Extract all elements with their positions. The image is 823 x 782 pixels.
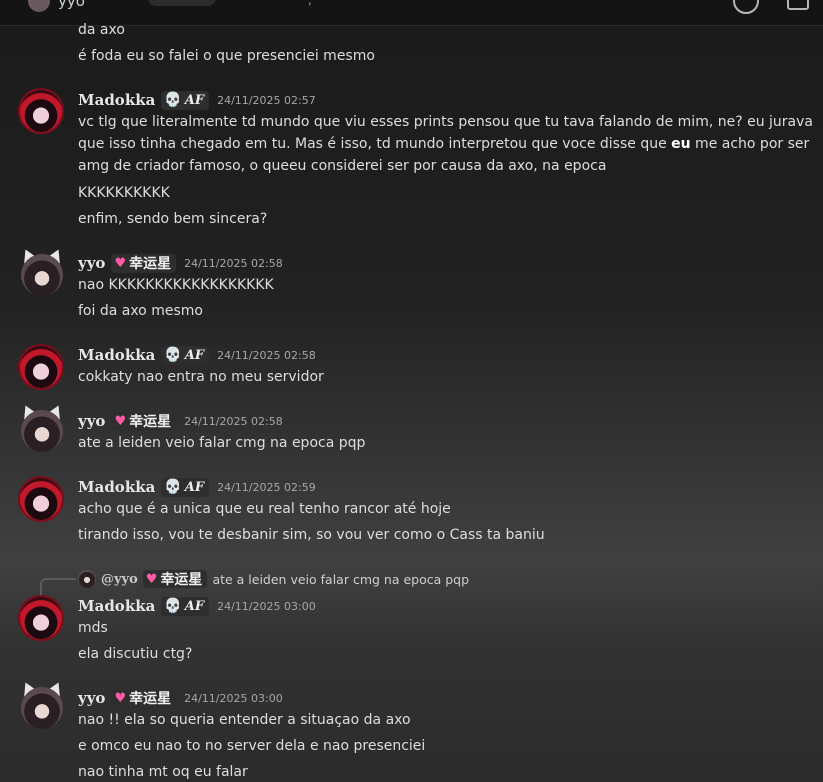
avatar[interactable] — [18, 595, 64, 641]
avatar[interactable] — [18, 476, 64, 522]
clan-tag[interactable]: ♥ 幸运星 — [111, 253, 177, 273]
timestamp: 24/11/2025 02:57 — [217, 93, 316, 107]
message-line: da axo — [78, 22, 125, 38]
heart-icon: ♥ — [114, 690, 127, 706]
timestamp: 24/11/2025 02:58 — [184, 256, 283, 270]
avatar[interactable] — [21, 410, 63, 452]
message-line: ate a leiden veio falar cmg na epoca pqp — [78, 435, 366, 451]
message-line: nao !! ela so queria entender a situaçao… — [78, 712, 411, 728]
message-header: yyo ♥ 幸运星 24/11/2025 02:58 — [78, 410, 283, 432]
avatar[interactable] — [18, 88, 64, 134]
username[interactable]: Madokka — [78, 597, 155, 615]
avatar[interactable] — [21, 254, 63, 296]
skull-icon: 💀 — [164, 347, 182, 363]
status-icon[interactable] — [733, 0, 759, 14]
topbar-username: yyo — [58, 0, 85, 10]
heart-icon: ♥ — [114, 255, 127, 271]
message-line: e omco eu nao to no server dela e nao pr… — [78, 738, 426, 754]
message-header: Madokka 💀 AF 24/11/2025 02:58 — [78, 344, 316, 366]
message-line: KKKKKKKKKK — [78, 185, 170, 201]
avatar[interactable] — [21, 687, 63, 729]
timestamp: 24/11/2025 03:00 — [184, 691, 283, 705]
message-line: enfim, sendo bem sincera? — [78, 211, 268, 227]
heart-icon: ♥ — [145, 571, 158, 587]
message-line: acho que é a unica que eu real tenho ran… — [78, 501, 451, 517]
username[interactable]: Madokka — [78, 91, 155, 109]
message-line: mds — [78, 620, 108, 636]
message-header: Madokka 💀 AF 24/11/2025 02:59 — [78, 476, 316, 498]
heart-icon: ♥ — [114, 413, 127, 429]
skull-icon: 💀 — [164, 92, 182, 108]
message-line: cokkaty nao entra no meu servidor — [78, 369, 324, 385]
message-line: vc tlg que literalmente td mundo que viu… — [78, 114, 813, 174]
username[interactable]: yyo — [78, 689, 105, 707]
clan-tag[interactable]: 💀 AF — [161, 477, 210, 497]
username[interactable]: yyo — [78, 412, 105, 430]
message-line: foi da axo mesmo — [78, 303, 203, 319]
message-header: yyo ♥ 幸运星 24/11/2025 03:00 — [78, 687, 283, 709]
message-line: nao tinha mt oq eu falar — [78, 764, 248, 780]
clan-tag[interactable]: 💀 AF — [161, 345, 210, 365]
message-line: é foda eu so falei o que presenciei mesm… — [78, 48, 375, 64]
clan-tag[interactable]: ♥ 幸运星 — [142, 570, 208, 588]
username[interactable]: yyo — [78, 254, 105, 272]
timestamp: 24/11/2025 02:58 — [184, 414, 283, 428]
username[interactable]: Madokka — [78, 346, 155, 364]
clan-tag[interactable]: 💀 AF — [161, 596, 210, 616]
message-line: nao KKKKKKKKKKKKKKKKKK — [78, 277, 274, 293]
message-header: Madokka 💀 AF 24/11/2025 03:00 — [78, 595, 316, 617]
username[interactable]: Madokka — [78, 478, 155, 496]
message-header: yyo ♥ 幸运星 24/11/2025 02:58 — [78, 252, 283, 274]
timestamp: 24/11/2025 02:59 — [217, 480, 316, 494]
reply-preview[interactable]: @yyo ♥ 幸运星 ate a leiden veio falar cmg na… — [40, 568, 469, 590]
skull-icon: 💀 — [164, 598, 182, 614]
timestamp: 24/11/2025 02:58 — [217, 348, 316, 362]
message-line: ela discutiu ctg? — [78, 646, 193, 662]
message-line: tirando isso, vou te desbanir sim, so vo… — [78, 527, 545, 543]
clan-tag[interactable]: ♥ 幸运星 — [111, 688, 177, 708]
timestamp: 24/11/2025 03:00 — [217, 599, 316, 613]
window-icon[interactable] — [787, 0, 809, 10]
topbar-pill[interactable] — [148, 0, 216, 6]
reply-username[interactable]: @yyo — [101, 572, 138, 587]
user-avatar-icon[interactable] — [28, 0, 50, 12]
avatar[interactable] — [18, 344, 64, 390]
clan-tag[interactable]: 💀 AF — [161, 90, 210, 110]
topbar-mark: , — [308, 0, 312, 7]
reply-text: ate a leiden veio falar cmg na epoca pqp — [212, 571, 470, 587]
skull-icon: 💀 — [164, 479, 182, 495]
clan-tag[interactable]: ♥ 幸运星 — [111, 411, 177, 431]
reply-avatar — [78, 570, 96, 588]
message-header: Madokka 💀 AF 24/11/2025 02:57 — [78, 89, 316, 111]
